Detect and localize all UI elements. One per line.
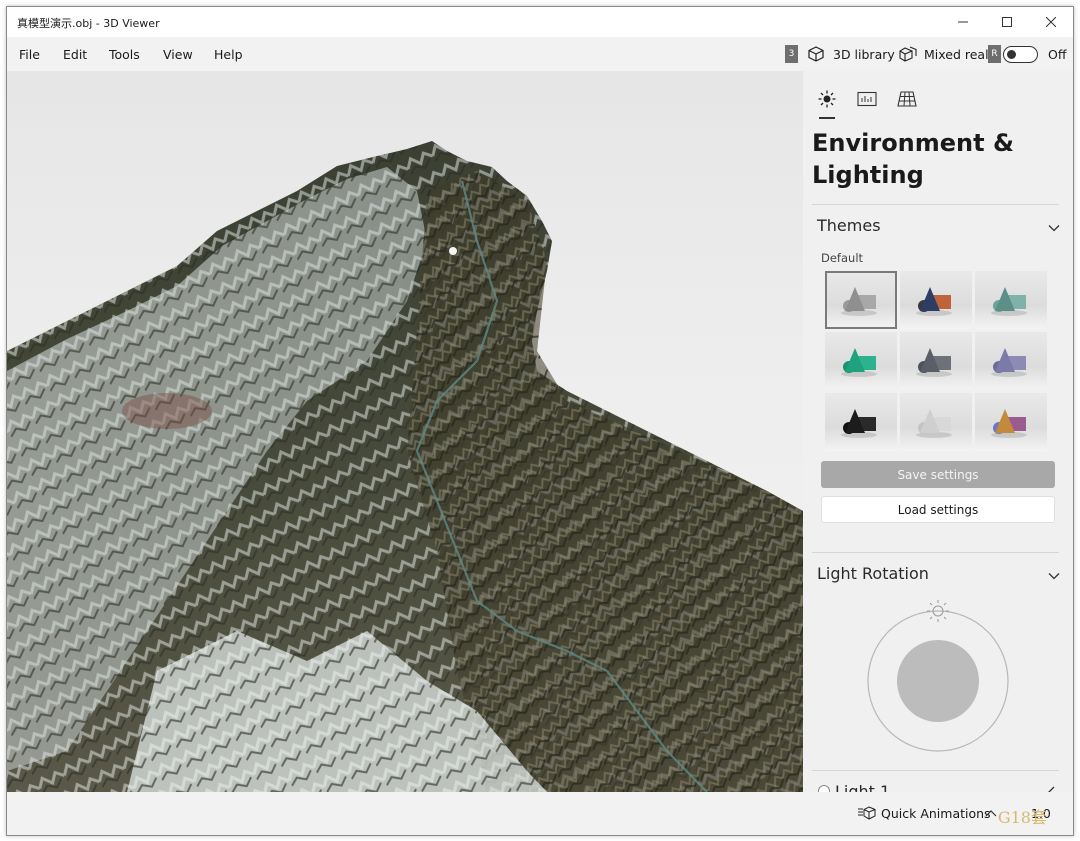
- panel-tabs: [813, 85, 921, 119]
- 3d-viewport[interactable]: [7, 71, 803, 792]
- theme-preview-icon: [916, 409, 952, 438]
- close-icon: [1046, 17, 1056, 27]
- themes-section-title[interactable]: Themes: [817, 216, 881, 235]
- menu-help[interactable]: Help: [214, 47, 243, 62]
- menu-tools[interactable]: Tools: [109, 47, 140, 62]
- theme-preview-icon: [916, 287, 952, 316]
- chevron-up-icon[interactable]: [985, 809, 997, 819]
- maximize-button[interactable]: [985, 7, 1029, 37]
- minimize-button[interactable]: [941, 7, 985, 37]
- divider: [812, 552, 1059, 553]
- theme-thumbnail[interactable]: [900, 332, 972, 390]
- theme-thumbnail[interactable]: [975, 393, 1047, 451]
- tab-grid[interactable]: [893, 85, 921, 113]
- menu-view[interactable]: View: [163, 47, 193, 62]
- close-button[interactable]: [1029, 7, 1073, 37]
- theme-thumbnail[interactable]: [825, 332, 897, 390]
- library-button[interactable]: 3D library: [833, 47, 895, 62]
- tab-lighting[interactable]: [813, 85, 841, 119]
- theme-thumbnail[interactable]: [825, 271, 897, 329]
- title-bar: 真模型演示.obj - 3D Viewer: [7, 7, 1073, 37]
- grid-icon: [897, 91, 917, 107]
- light-rotation-title[interactable]: Light Rotation: [817, 564, 929, 583]
- window-title: 真模型演示.obj - 3D Viewer: [17, 17, 160, 30]
- mixed-reality-toggle[interactable]: [1003, 46, 1038, 63]
- watermark-logo: G18套: [997, 808, 1047, 827]
- light-rotation-sphere: [897, 640, 979, 722]
- chevron-left-icon[interactable]: [1045, 785, 1059, 792]
- menu-bar: File Edit Tools View Help 3 3D library M…: [7, 37, 1073, 71]
- tab-stats[interactable]: [853, 85, 881, 113]
- theme-preview-icon: [841, 348, 877, 377]
- mixed-reality-button[interactable]: Mixed realit: [924, 47, 994, 62]
- red-rock-patch: [122, 393, 212, 429]
- theme-preview-icon: [841, 287, 877, 316]
- theme-grid: [825, 271, 1047, 451]
- theme-thumbnail[interactable]: [975, 271, 1047, 329]
- theme-thumbnail[interactable]: [825, 393, 897, 451]
- mixed-reality-icon: [899, 46, 917, 62]
- menu-edit[interactable]: Edit: [63, 47, 87, 62]
- keytip-mixed-reality: R: [988, 45, 1001, 63]
- menu-file[interactable]: File: [19, 47, 40, 62]
- maximize-icon: [1002, 17, 1012, 27]
- theme-thumbnail[interactable]: [900, 271, 972, 329]
- light-marker: [449, 247, 457, 255]
- quick-animations-icon: [858, 806, 876, 820]
- cube-icon: [807, 46, 825, 62]
- theme-thumbnail[interactable]: [975, 332, 1047, 390]
- chevron-down-icon[interactable]: [1047, 569, 1061, 583]
- light1-radio[interactable]: [818, 785, 830, 792]
- load-settings-button[interactable]: Load settings: [821, 496, 1055, 523]
- light-rotation-dial[interactable]: [863, 596, 1013, 756]
- stats-icon: [857, 91, 877, 107]
- save-settings-button[interactable]: Save settings: [821, 461, 1055, 488]
- toggle-knob: [1007, 49, 1016, 59]
- themes-default-label: Default: [821, 251, 864, 265]
- theme-preview-icon: [991, 409, 1027, 438]
- divider: [812, 770, 1059, 771]
- theme-preview-icon: [916, 348, 952, 377]
- app-window: 真模型演示.obj - 3D Viewer File Edit Tools Vi…: [6, 6, 1074, 836]
- terrain-model: [7, 141, 803, 792]
- environment-panel: Environment & Lighting Themes Default Sa…: [803, 71, 1073, 792]
- chevron-down-icon[interactable]: [1047, 221, 1061, 235]
- keytip-library: 3: [785, 45, 798, 63]
- sun-icon: [818, 90, 836, 108]
- toggle-state-label: Off: [1048, 47, 1067, 62]
- theme-thumbnail[interactable]: [900, 393, 972, 451]
- theme-preview-icon: [991, 287, 1027, 316]
- minimize-icon: [958, 21, 968, 23]
- light1-label[interactable]: Light 1: [835, 782, 890, 792]
- quick-animations-button[interactable]: Quick Animations: [881, 806, 991, 821]
- divider: [812, 204, 1059, 205]
- status-bar: Quick Animations 1.0 G18套: [7, 792, 1073, 835]
- theme-preview-icon: [841, 409, 877, 438]
- panel-heading: Environment & Lighting: [812, 129, 1014, 189]
- valley-ridges: [407, 171, 803, 792]
- theme-preview-icon: [991, 348, 1027, 377]
